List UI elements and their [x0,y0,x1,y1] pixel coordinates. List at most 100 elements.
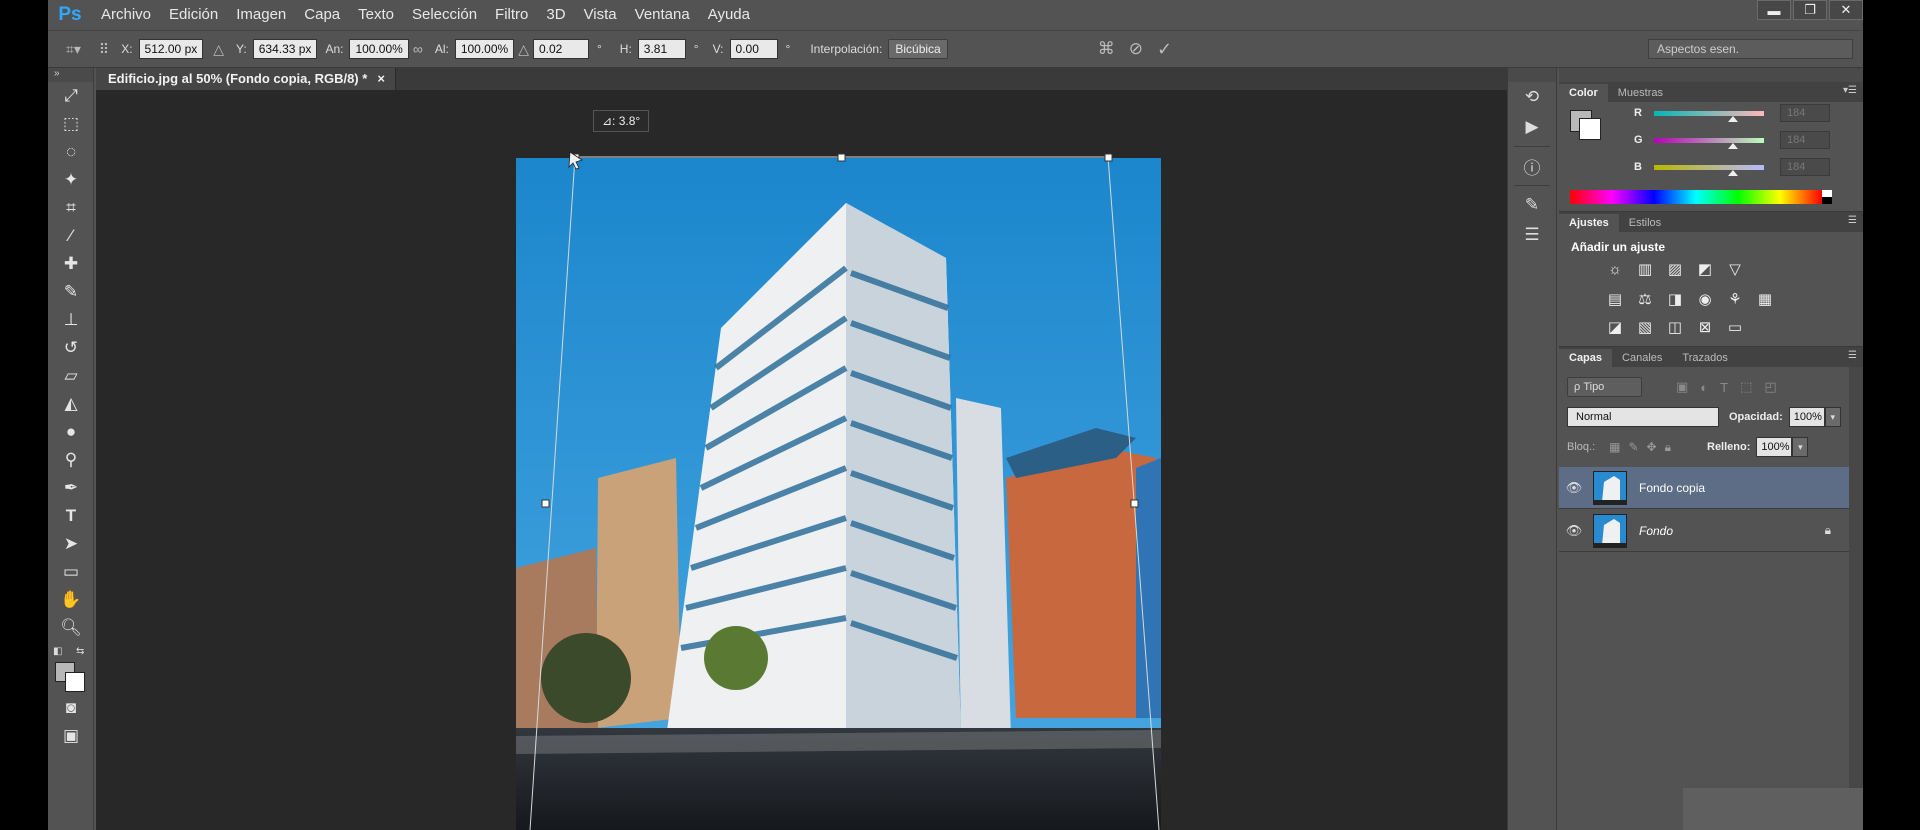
tools-collapse-icon[interactable]: » [48,68,93,82]
green-slider-knob[interactable] [1728,142,1738,149]
cancel-transform-icon[interactable]: ⊘ [1129,39,1143,59]
crop-tool-icon[interactable]: ⌗ [48,194,94,222]
layer-fondo[interactable]: 👁︎ Fondo 🔒︎ [1559,510,1849,552]
healing-brush-icon[interactable]: ✚ [48,250,94,278]
minimize-button[interactable]: ▬ [1757,0,1791,20]
document-tab[interactable]: Edificio.jpg al 50% (Fondo copia, RGB/8)… [96,68,396,90]
height-input[interactable]: 100.00% [454,39,515,59]
visibility-eye-icon[interactable]: 👁︎ [1559,480,1589,496]
menu-imagen[interactable]: Imagen [227,0,295,30]
menu-archivo[interactable]: Archivo [92,0,160,30]
actions-panel-icon[interactable]: ▶ [1508,112,1556,142]
black-white-icon[interactable]: ◨ [1664,288,1686,310]
red-slider-knob[interactable] [1728,115,1738,122]
visibility-eye-icon[interactable]: 👁︎ [1559,523,1589,539]
menu-seleccion[interactable]: Selección [403,0,486,30]
lock-transparency-icon[interactable]: ▦ [1609,440,1620,454]
tab-color[interactable]: Color [1559,84,1608,102]
blend-mode-select[interactable]: Normal [1567,407,1719,427]
angle-input[interactable]: 0.02 [532,39,589,59]
selective-color-icon[interactable]: ⊠ [1694,316,1716,338]
exposure-icon[interactable]: ◩ [1694,258,1716,280]
commit-transform-icon[interactable]: ✓ [1157,39,1172,60]
canvas-image[interactable] [516,158,1161,830]
stamp-tool-icon[interactable]: ⊥ [48,306,94,334]
fill-dropdown-icon[interactable]: ▾ [1792,437,1809,457]
vibrance-icon[interactable]: ▽ [1724,258,1746,280]
green-value[interactable]: 184 [1780,131,1830,149]
type-tool-icon[interactable]: T [48,502,94,530]
layer-name[interactable]: Fondo copia [1639,481,1705,495]
layer-kind-select[interactable]: ρ Tipo [1567,377,1642,397]
menu-edicion[interactable]: Edición [160,0,227,30]
menu-filtro[interactable]: Filtro [486,0,537,30]
filter-smart-icon[interactable]: ◰ [1764,379,1776,395]
blur-tool-icon[interactable]: ● [48,418,94,446]
adjustments-menu-icon[interactable]: ☰ [1848,215,1857,226]
path-selection-icon[interactable]: ➤ [48,530,94,558]
layers-scrollbar[interactable] [1849,367,1863,830]
tab-trazados[interactable]: Trazados [1672,349,1737,367]
invert-icon[interactable]: ◪ [1604,316,1626,338]
pen-tool-icon[interactable]: ✒ [48,474,94,502]
y-input[interactable]: 634.33 px [252,39,318,59]
marquee-tool-icon[interactable]: ⬚ [48,110,94,138]
black-white-ramp[interactable] [1822,190,1832,204]
curves-icon[interactable]: ▨ [1664,258,1686,280]
lasso-tool-icon[interactable]: ◌ [48,138,94,166]
hskew-input[interactable]: 3.81 [637,39,686,59]
channel-mixer-icon[interactable]: ⚘ [1724,288,1746,310]
brush-tool-icon[interactable]: ✎ [48,278,94,306]
x-input[interactable]: 512.00 px [138,39,204,59]
opacity-dropdown-icon[interactable]: ▾ [1824,407,1841,427]
tab-canales[interactable]: Canales [1612,349,1672,367]
screen-mode-icon[interactable]: ▣ [48,722,94,750]
info-panel-icon[interactable]: ⓘ [1508,151,1556,181]
brush-panel-icon[interactable]: ☰ [1508,220,1556,250]
filter-pixel-icon[interactable]: ▣ [1676,379,1688,395]
move-tool-icon[interactable]: ⤢ [48,82,94,110]
link-icon[interactable]: ∞ [413,41,423,57]
menu-capa[interactable]: Capa [295,0,349,30]
menu-3d[interactable]: 3D [537,0,574,30]
relative-position-icon[interactable]: △ [213,41,224,58]
restore-button[interactable]: ❐ [1793,0,1827,20]
blue-value[interactable]: 184 [1780,158,1830,176]
lock-all-icon[interactable]: 🔒︎ [1665,440,1671,455]
hue-saturation-icon[interactable]: ▤ [1604,288,1626,310]
menu-ayuda[interactable]: Ayuda [699,0,759,30]
tab-ajustes[interactable]: Ajustes [1559,214,1619,232]
warp-mode-icon[interactable]: ⌘ [1098,39,1115,59]
blue-slider-knob[interactable] [1728,169,1738,176]
color-lookup-icon[interactable]: ▦ [1754,288,1776,310]
document-tab-close-icon[interactable]: × [377,68,385,90]
dodge-tool-icon[interactable]: ⚲ [48,446,94,474]
color-balance-icon[interactable]: ⚖ [1634,288,1656,310]
magic-wand-icon[interactable]: ✦ [48,166,94,194]
lock-pixels-icon[interactable]: ✎ [1628,440,1638,454]
layer-fondo-copia[interactable]: 👁︎ Fondo copia [1559,467,1849,509]
eraser-tool-icon[interactable]: ▱ [48,362,94,390]
menu-vista[interactable]: Vista [575,0,626,30]
panels-collapse-bar[interactable] [1559,68,1863,82]
threshold-icon[interactable]: ◫ [1664,316,1686,338]
layer-name[interactable]: Fondo [1639,524,1673,538]
zoom-tool-icon[interactable]: 🔍︎ [48,614,94,642]
close-button[interactable]: ✕ [1829,0,1863,20]
brightness-icon[interactable]: ☼ [1604,258,1626,280]
gradient-map-icon[interactable]: ▭ [1724,316,1746,338]
tab-capas[interactable]: Capas [1559,349,1613,367]
brush-presets-icon[interactable]: ✎ [1508,190,1556,220]
ps-logo[interactable]: Ps [48,0,92,30]
interpolation-select[interactable]: Bicúbica [888,39,948,59]
tab-muestras[interactable]: Muestras [1608,84,1673,102]
background-color-swatch[interactable] [65,672,85,692]
blue-slider[interactable] [1654,164,1764,176]
history-brush-icon[interactable]: ↺ [48,334,94,362]
quick-mask-icon[interactable]: ◙ [48,694,94,722]
default-colors-icon[interactable]: ◧ [53,646,62,657]
menu-texto[interactable]: Texto [349,0,403,30]
reference-point-icon[interactable]: ⠿ [99,41,109,58]
fill-input[interactable]: 100% [1756,437,1793,457]
strip-collapse-icon[interactable] [1508,68,1556,82]
